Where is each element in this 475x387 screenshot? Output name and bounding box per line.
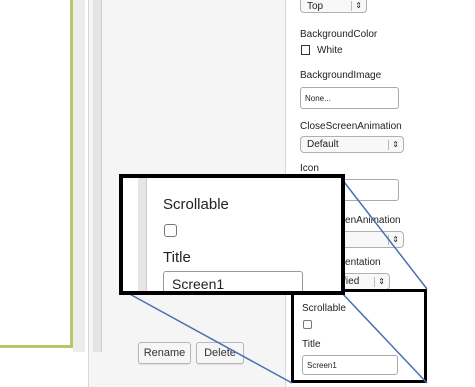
callout-line-bottom: [340, 291, 428, 384]
callout-line-left: [125, 291, 293, 384]
zoom-title-input[interactable]: Screen1: [163, 271, 303, 291]
zoom-title-label: Title: [163, 249, 191, 266]
zoom-scrollable-checkbox[interactable]: [164, 224, 177, 237]
zoom-scrollable-label: Scrollable: [163, 196, 229, 213]
zoom-callout: Scrollable Title Screen1: [119, 174, 345, 295]
callout-line-top: [340, 177, 428, 290]
zoom-panel-edge: [138, 178, 147, 291]
